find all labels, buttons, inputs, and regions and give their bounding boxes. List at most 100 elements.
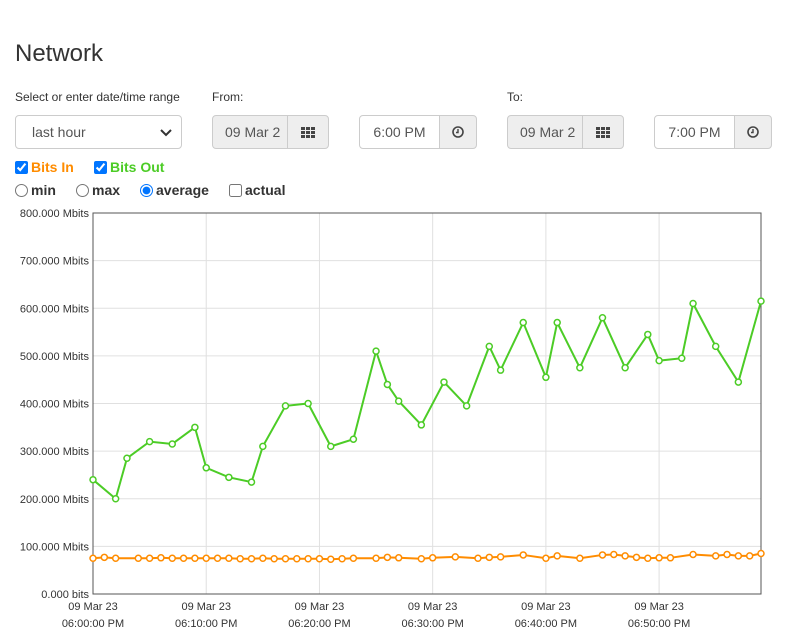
bits-in-point bbox=[621, 552, 629, 560]
bits-in-point bbox=[417, 555, 426, 563]
bits-in-point bbox=[349, 554, 358, 563]
to-time-input[interactable]: 7:00 PM bbox=[654, 115, 735, 149]
bits-in-point bbox=[598, 551, 607, 559]
bits-in-point bbox=[644, 554, 652, 563]
bits-in-point bbox=[202, 554, 210, 563]
bits-out-point bbox=[304, 399, 312, 408]
agg-average-radio[interactable] bbox=[140, 183, 153, 197]
network-chart: 0.000 bits 100.000 Mbits 200.000 Mbits 300.… bbox=[20, 208, 765, 630]
bits-out-point bbox=[123, 454, 131, 463]
bits-out-point bbox=[191, 423, 199, 432]
bits-in-toggle[interactable]: Bits In bbox=[15, 159, 74, 175]
from-time-input[interactable]: 6:00 PM bbox=[359, 115, 440, 149]
bits-out-point bbox=[247, 478, 256, 486]
bits-out-point bbox=[440, 378, 448, 386]
to-calendar-button[interactable] bbox=[582, 115, 624, 149]
bits-out-toggle[interactable]: Bits Out bbox=[94, 159, 164, 175]
bits-out-checkbox[interactable] bbox=[94, 160, 107, 174]
calendar-grid-icon bbox=[301, 126, 315, 138]
calendar-grid-icon bbox=[596, 126, 610, 138]
bits-in-point bbox=[157, 554, 165, 562]
y-tick-label: 600.000 Mbits bbox=[20, 303, 90, 315]
clock-icon bbox=[452, 126, 464, 138]
bits-in-point bbox=[191, 554, 199, 563]
agg-average-label: average bbox=[156, 182, 209, 198]
bits-out-point bbox=[259, 442, 267, 451]
bits-out-point bbox=[462, 402, 471, 410]
bits-out-point bbox=[394, 397, 403, 405]
bits-in-point bbox=[89, 554, 97, 563]
agg-max-option[interactable]: max bbox=[76, 182, 120, 198]
agg-actual-checkbox[interactable] bbox=[229, 183, 242, 197]
bits-in-point bbox=[745, 552, 754, 560]
bits-in-point bbox=[394, 554, 403, 562]
from-date-input[interactable]: 09 Mar 2 bbox=[212, 115, 288, 149]
from-label: From: bbox=[212, 90, 244, 104]
bits-in-point bbox=[225, 554, 233, 563]
x-tick-label-time: 06:40:00 PM bbox=[515, 618, 577, 630]
bits-in-point bbox=[304, 555, 312, 563]
y-tick-label: 300.000 Mbits bbox=[20, 446, 90, 458]
agg-min-option[interactable]: min bbox=[15, 182, 56, 198]
bits-in-point bbox=[247, 555, 256, 563]
bits-out-point bbox=[496, 366, 505, 374]
to-clock-button[interactable] bbox=[734, 115, 772, 149]
bits-in-point bbox=[734, 552, 743, 560]
bits-out-point bbox=[757, 297, 765, 305]
bits-out-point bbox=[689, 299, 697, 308]
bits-in-point bbox=[315, 555, 324, 563]
bits-out-point bbox=[281, 402, 290, 410]
bits-out-point bbox=[644, 330, 652, 339]
bits-in-point bbox=[655, 554, 663, 562]
bits-out-point bbox=[372, 347, 380, 355]
bits-in-checkbox[interactable] bbox=[15, 160, 28, 174]
bits-in-point bbox=[372, 554, 380, 563]
to-date-input[interactable]: 09 Mar 2 bbox=[507, 115, 583, 149]
x-tick-label-date: 09 Mar 23 bbox=[68, 601, 118, 613]
x-tick-label-time: 06:10:00 PM bbox=[175, 618, 237, 630]
range-select-value: last hour bbox=[32, 124, 86, 140]
agg-max-radio[interactable] bbox=[76, 183, 89, 197]
from-calendar-button[interactable] bbox=[287, 115, 329, 149]
bits-out-point bbox=[734, 378, 743, 386]
y-tick-label: 700.000 Mbits bbox=[20, 256, 90, 268]
bits-in-point bbox=[281, 555, 290, 563]
bits-in-point bbox=[134, 554, 143, 563]
bits-out-point bbox=[383, 380, 392, 389]
bits-out-point bbox=[542, 373, 550, 382]
from-clock-button[interactable] bbox=[439, 115, 477, 149]
bits-in-point bbox=[145, 554, 154, 563]
bits-in-point bbox=[723, 550, 731, 559]
agg-max-label: max bbox=[92, 182, 121, 198]
bits-out-point bbox=[519, 318, 527, 327]
bits-out-point bbox=[168, 440, 177, 448]
bits-in-point bbox=[327, 555, 335, 563]
agg-average-option[interactable]: average bbox=[140, 182, 209, 198]
to-time-value: 7:00 PM bbox=[668, 124, 721, 140]
x-tick-label-time: 06:50:00 PM bbox=[628, 618, 690, 630]
agg-actual-option[interactable]: actual bbox=[229, 182, 285, 198]
bits-in-point bbox=[666, 554, 675, 562]
to-date-value: 09 Mar 2 bbox=[520, 124, 576, 140]
bits-in-point bbox=[542, 554, 550, 563]
y-tick-label: 500.000 Mbits bbox=[20, 351, 90, 363]
bits-out-point bbox=[89, 475, 97, 484]
y-tick-label: 800.000 Mbits bbox=[20, 208, 90, 220]
bits-out-point bbox=[111, 495, 120, 503]
bits-out-point bbox=[327, 442, 335, 451]
bits-in-point bbox=[576, 554, 584, 563]
bits-out-point bbox=[349, 435, 358, 443]
bits-in-point bbox=[474, 554, 482, 563]
bits-out-point bbox=[677, 354, 686, 363]
bits-out-line bbox=[92, 300, 762, 501]
bits-in-point bbox=[632, 553, 641, 562]
bits-in-point bbox=[610, 550, 618, 559]
bits-in-point bbox=[338, 555, 346, 563]
agg-min-label: min bbox=[31, 182, 56, 198]
range-select[interactable]: last hour bbox=[15, 115, 182, 149]
bits-in-point bbox=[236, 555, 244, 563]
agg-min-radio[interactable] bbox=[15, 183, 28, 197]
from-time-value: 6:00 PM bbox=[373, 124, 426, 140]
y-tick-label: 0.000 bits bbox=[41, 589, 89, 601]
range-label: Select or enter date/time range bbox=[15, 90, 180, 104]
